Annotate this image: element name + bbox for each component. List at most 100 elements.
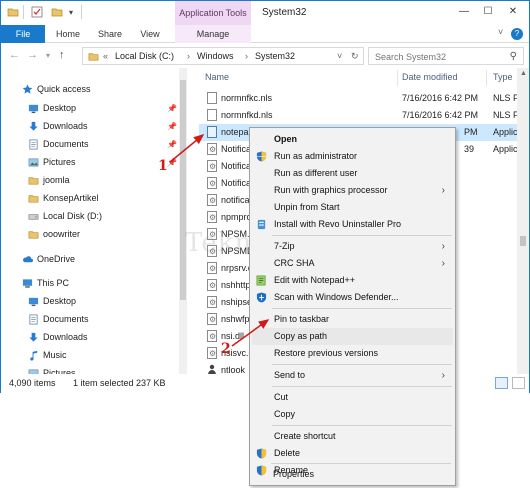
up-icon[interactable]: ↑ <box>59 49 65 61</box>
chevron-down-icon[interactable]: ˅ <box>337 51 342 61</box>
search-icon: ⚲ <box>509 51 517 62</box>
dll-file-icon <box>207 158 217 175</box>
new-folder-icon[interactable] <box>51 6 63 18</box>
menu-item-send-to[interactable]: Send to › <box>252 367 453 384</box>
desktop-icon <box>28 297 39 307</box>
menu-item-copy-as-path[interactable]: Copy as path <box>252 328 453 345</box>
expand-ribbon-icon[interactable]: ˅ <box>498 27 503 37</box>
breadcrumb-system32[interactable]: System32 <box>255 51 295 61</box>
nav-label: Desktop <box>43 103 77 113</box>
address-bar[interactable]: « Local Disk (C:) › Windows › System32 ˅… <box>82 47 364 65</box>
menu-item-scan-defender[interactable]: Scan with Windows Defender... <box>252 289 453 306</box>
file-scrollbar[interactable]: ▲ <box>517 68 529 374</box>
menu-item-7zip[interactable]: 7-Zip › <box>252 238 453 255</box>
nav-item-music[interactable]: Music <box>1 347 179 364</box>
overflow-chevron[interactable]: « <box>103 51 108 61</box>
back-icon[interactable]: ← <box>9 49 20 61</box>
menu-item-copy[interactable]: Copy <box>252 406 453 423</box>
large-icons-view-icon[interactable] <box>512 377 525 389</box>
menu-item-revo-uninstaller[interactable]: Install with Revo Uninstaller Pro <box>252 216 453 233</box>
nav-item-documents[interactable]: Documents 📌 <box>1 136 179 153</box>
nav-item-onedrive[interactable]: OneDrive <box>1 251 179 268</box>
music-icon <box>30 350 38 361</box>
pin-icon[interactable]: 📌 <box>167 154 177 171</box>
menu-item-open[interactable]: Open <box>252 131 453 148</box>
minimize-icon[interactable]: — <box>457 5 471 19</box>
nav-label: Local Disk (D:) <box>43 211 103 221</box>
shield-icon <box>256 151 267 162</box>
close-icon[interactable]: ✕ <box>506 5 520 19</box>
nav-scrollbar[interactable] <box>179 68 187 374</box>
help-icon[interactable]: ? <box>511 28 523 40</box>
nav-item-pc-documents[interactable]: Documents <box>1 311 179 328</box>
nav-item-desktop[interactable]: Desktop 📌 <box>1 100 179 117</box>
breadcrumb-local-disk[interactable]: Local Disk (C:) <box>115 51 174 61</box>
file-row[interactable]: normnfkd.nls 7/16/2016 6:42 PM NLS Fi <box>199 107 529 124</box>
menu-item-unpin-from-start[interactable]: Unpin from Start <box>252 199 453 216</box>
scroll-thumb[interactable] <box>520 236 526 246</box>
selection-info: 1 item selected 237 KB <box>73 378 166 388</box>
details-view-icon[interactable] <box>495 377 508 389</box>
tab-view[interactable]: View <box>133 25 167 43</box>
nav-item-konsepartikel[interactable]: KonsepArtikel <box>1 190 179 207</box>
customize-toolbar-icon[interactable]: ▾ <box>69 8 81 20</box>
properties-icon[interactable] <box>31 6 43 18</box>
column-header-date[interactable]: Date modified <box>402 72 458 82</box>
folder-icon[interactable] <box>7 6 19 18</box>
menu-item-cut[interactable]: Cut <box>252 389 453 406</box>
menu-item-restore-previous-versions[interactable]: Restore previous versions <box>252 345 453 362</box>
menu-item-properties[interactable]: Properties <box>251 466 452 483</box>
nav-item-downloads[interactable]: Downloads 📌 <box>1 118 179 135</box>
tab-share[interactable]: Share <box>93 25 127 43</box>
nav-item-pc-downloads[interactable]: Downloads <box>1 329 179 346</box>
column-separator[interactable] <box>397 70 398 86</box>
menu-item-run-as-admin[interactable]: Run as administrator <box>252 148 453 165</box>
file-name: notepa <box>221 127 249 137</box>
column-header-name[interactable]: Name <box>205 72 229 82</box>
documents-icon <box>29 139 38 150</box>
tab-file[interactable]: File <box>1 25 45 43</box>
file-date: 7/16/2016 6:42 PM <box>402 110 479 120</box>
menu-item-create-shortcut[interactable]: Create shortcut <box>252 428 453 445</box>
scroll-up-icon[interactable]: ▲ <box>520 70 527 77</box>
menu-item-delete[interactable]: Delete <box>252 445 453 462</box>
search-box[interactable]: ⚲ <box>368 47 524 65</box>
refresh-icon[interactable]: ↻ <box>351 51 359 62</box>
column-separator[interactable] <box>486 70 487 86</box>
file-type: Applic <box>493 127 518 137</box>
scroll-thumb[interactable] <box>180 80 186 300</box>
menu-item-pin-to-taskbar[interactable]: Pin to taskbar <box>252 311 453 328</box>
file-row[interactable]: normnfkc.nls 7/16/2016 6:42 PM NLS Fi <box>199 90 529 107</box>
column-header-type[interactable]: Type <box>493 72 513 82</box>
nav-item-joomla[interactable]: joomla <box>1 172 179 189</box>
menu-item-edit-notepadpp[interactable]: Edit with Notepad++ <box>252 272 453 289</box>
breadcrumb-windows[interactable]: Windows <box>197 51 234 61</box>
nav-label: Downloads <box>43 121 88 131</box>
submenu-arrow-icon: › <box>441 185 445 196</box>
search-input[interactable] <box>375 50 501 63</box>
nav-item-quick-access[interactable]: Quick access <box>1 81 179 98</box>
tab-manage[interactable]: Manage <box>175 25 251 43</box>
file-date: 39 <box>464 144 475 154</box>
nav-item-pictures[interactable]: Pictures 📌 <box>1 154 179 171</box>
nav-item-local-disk-d[interactable]: Local Disk (D:) <box>1 208 179 225</box>
menu-item-crc-sha[interactable]: CRC SHA › <box>252 255 453 272</box>
chevron-right-icon[interactable]: › <box>187 51 190 61</box>
nav-item-pc-desktop[interactable]: Desktop <box>1 293 179 310</box>
chevron-right-icon[interactable]: › <box>245 51 248 61</box>
pin-icon[interactable]: 📌 <box>167 100 177 117</box>
nav-item-this-pc[interactable]: This PC <box>1 275 179 292</box>
file-icon <box>207 109 217 121</box>
pin-icon[interactable]: 📌 <box>167 118 177 135</box>
nav-item-ooowriter[interactable]: ooowriter <box>1 226 179 243</box>
maximize-icon[interactable]: ☐ <box>481 5 495 19</box>
menu-item-run-with-gpu[interactable]: Run with graphics processor › <box>252 182 453 199</box>
recent-locations-icon[interactable]: ▾ <box>46 51 50 60</box>
file-name: normnfkd.nls <box>221 110 273 120</box>
menu-item-run-as-different-user[interactable]: Run as different user <box>252 165 453 182</box>
cloud-icon <box>23 256 33 263</box>
forward-icon[interactable]: → <box>27 49 38 61</box>
pin-icon[interactable]: 📌 <box>167 136 177 153</box>
tab-home[interactable]: Home <box>51 25 85 43</box>
nav-item-pc-pictures[interactable]: Pictures <box>1 365 179 374</box>
